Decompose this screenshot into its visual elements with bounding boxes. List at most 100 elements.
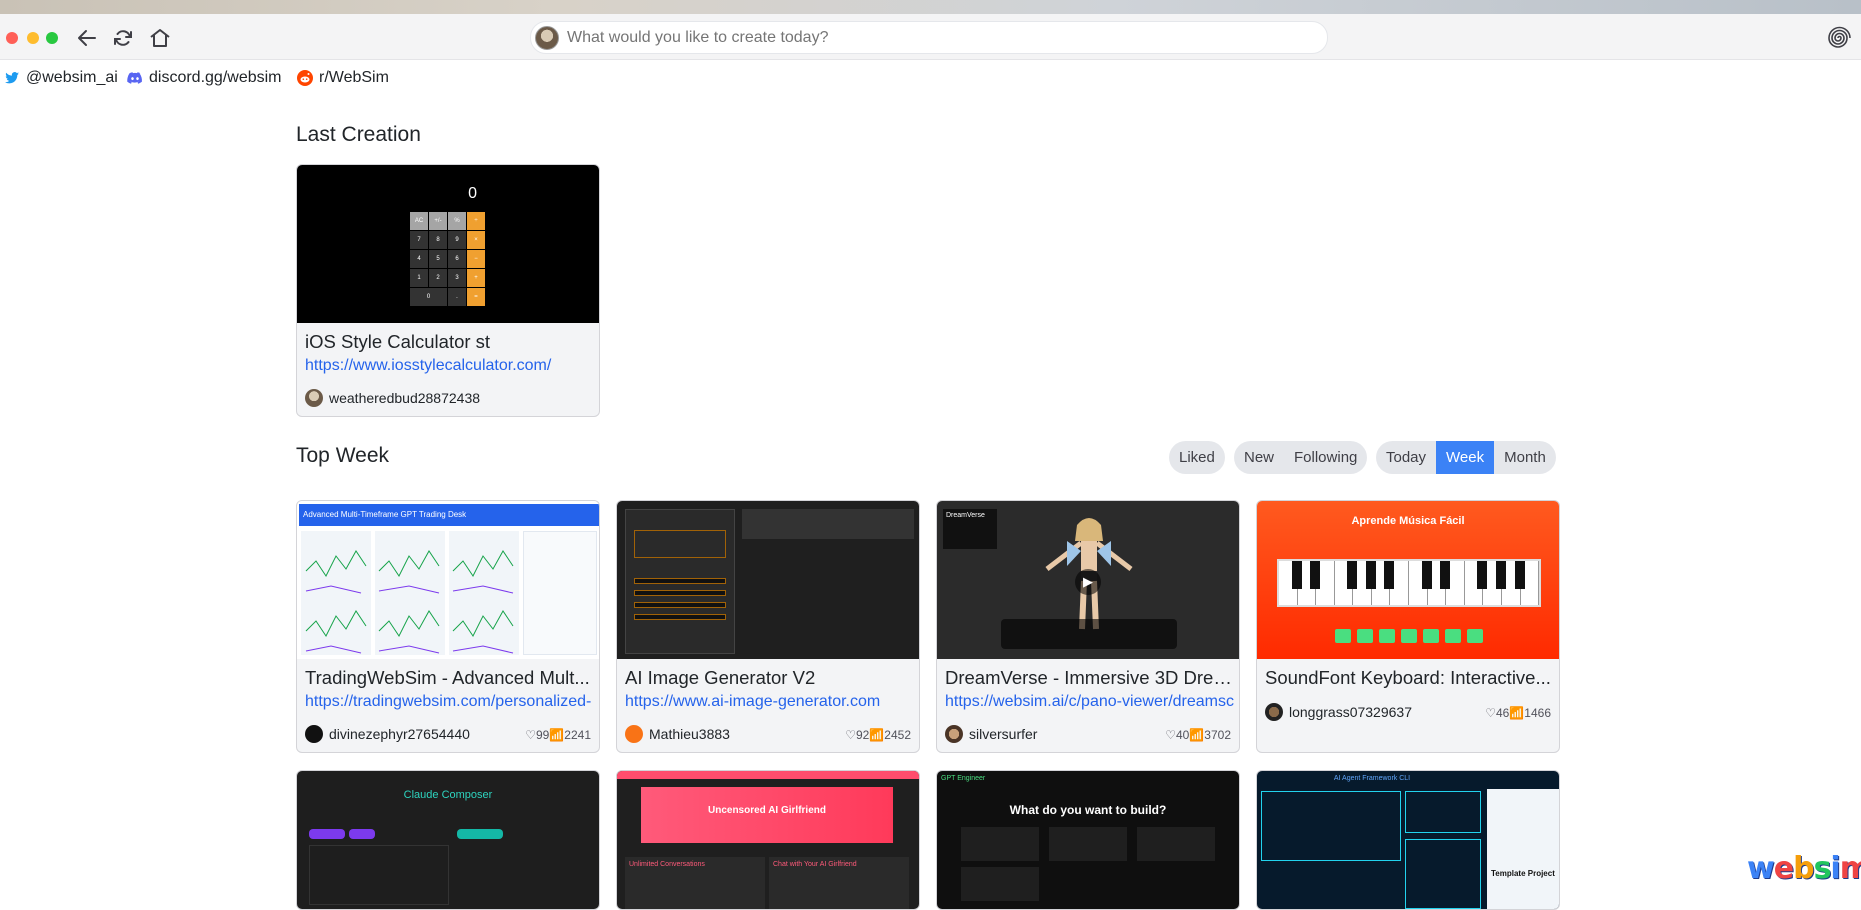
calculator-key: 2 xyxy=(429,269,447,287)
reload-icon[interactable] xyxy=(111,26,135,50)
project-card[interactable]: Uncensored AI Girlfriend Unlimited Conve… xyxy=(616,770,920,910)
calculator-key: 9 xyxy=(448,231,466,249)
piano-white-key xyxy=(1279,561,1302,605)
card-title[interactable]: DreamVerse - Immersive 3D Drea... xyxy=(945,667,1235,689)
filter-new[interactable]: New xyxy=(1234,441,1284,474)
maximize-window-button[interactable] xyxy=(46,32,58,44)
filter-group-liked: Liked xyxy=(1169,441,1225,474)
calculator-key: . xyxy=(448,288,466,306)
card-author[interactable]: silversurfer xyxy=(945,725,1037,743)
thumbnail-title: Claude Composer xyxy=(403,789,493,801)
discord-link[interactable]: discord.gg/websim xyxy=(127,68,282,88)
calculator-key: +/- xyxy=(429,212,447,230)
project-card[interactable]: Aprende Música Fácil SoundFont Keyboard:… xyxy=(1256,500,1560,753)
reddit-link[interactable]: r/WebSim xyxy=(297,68,389,88)
project-card[interactable]: Advanced Multi-Timeframe GPT Trading Des… xyxy=(296,500,600,753)
discord-handle: discord.gg/websim xyxy=(149,69,282,86)
card-link[interactable]: https://www.ai-image-generator.com xyxy=(625,693,917,711)
calculator-key: 7 xyxy=(410,231,428,249)
twitter-link[interactable]: @websim_ai xyxy=(4,68,118,88)
card-title[interactable]: iOS Style Calculator st xyxy=(305,331,595,353)
card-author[interactable]: divinezephyr27654440 xyxy=(305,725,470,743)
card-link[interactable]: https://www.iosstylecalculator.com/ xyxy=(305,357,597,375)
calculator-key: − xyxy=(467,250,485,268)
prompt-input[interactable] xyxy=(567,26,1307,50)
view-count: 2452 xyxy=(884,728,911,742)
card-link[interactable]: https://tradingwebsim.com/personalized- xyxy=(305,693,597,711)
card-author[interactable]: Mathieu3883 xyxy=(625,725,730,743)
last-creation-heading: Last Creation xyxy=(296,123,421,146)
project-card[interactable]: AI Agent Framework CLI Template Project xyxy=(1256,770,1560,910)
piano-black-key xyxy=(1384,561,1395,589)
author-name: weatheredbud28872438 xyxy=(329,390,481,406)
calculator-key: + xyxy=(467,269,485,287)
author-avatar xyxy=(625,725,643,743)
piano-black-key xyxy=(1310,561,1321,589)
option-tile-decoration xyxy=(961,827,1039,861)
view-count: 1466 xyxy=(1524,706,1551,720)
piano-white-key xyxy=(1409,561,1432,605)
thumbnail-brand: GPT Engineer xyxy=(941,775,986,782)
calculator-key: 1 xyxy=(410,269,428,287)
like-count: 40 xyxy=(1175,728,1190,742)
card-title[interactable]: TradingWebSim - Advanced Mult... xyxy=(305,667,595,689)
back-arrow-icon[interactable] xyxy=(75,26,99,50)
piano-black-key xyxy=(1495,561,1506,589)
address-bar[interactable] xyxy=(530,21,1328,54)
calculator-key: 0 xyxy=(410,288,447,306)
card-link[interactable]: https://websim.ai/c/pano-viewer/dreamsc xyxy=(945,693,1237,711)
last-creation-card[interactable]: 0 AC +/-% ÷ 7 8 9 × 4 5 6− 1 2 3 +0. = iOS Style Calcu… xyxy=(296,164,600,417)
option-tile-decoration xyxy=(961,867,1039,901)
filter-today[interactable]: Today xyxy=(1376,441,1436,474)
project-card[interactable]: GPT Engineer What do you want to build? xyxy=(936,770,1240,910)
calculator-display: 0 xyxy=(468,185,477,202)
thumbnail-side-text: Template Project xyxy=(1491,869,1555,878)
home-icon[interactable] xyxy=(148,26,172,50)
card-stats: ♡99📶2241 xyxy=(525,728,591,742)
thumbnail-title: DreamVerse xyxy=(943,509,997,549)
minimize-window-button[interactable] xyxy=(27,32,39,44)
option-tile-decoration xyxy=(1137,827,1215,861)
sound-pad xyxy=(1335,629,1351,643)
close-window-button[interactable] xyxy=(6,32,18,44)
logo-letter: i xyxy=(1830,851,1840,886)
keyboard-thumbnail: Aprende Música Fácil xyxy=(1257,501,1559,659)
sound-pad xyxy=(1467,629,1483,643)
calculator-key: 6 xyxy=(448,250,466,268)
calculator-key: 8 xyxy=(429,231,447,249)
thumbnail-title: Uncensored AI Girlfriend xyxy=(641,787,893,843)
preview-panel-decoration: Template Project xyxy=(1487,789,1559,909)
project-card[interactable]: AI Image Generator V2 https://www.ai-ima… xyxy=(616,500,920,753)
websim-logo: websim xyxy=(1747,851,1861,886)
filter-group-sort: New Following xyxy=(1234,441,1368,474)
piano-keyboard-decoration xyxy=(1277,559,1541,607)
filter-month[interactable]: Month xyxy=(1494,441,1556,474)
filter-liked[interactable]: Liked xyxy=(1169,441,1225,474)
play-icon[interactable]: ▶ xyxy=(1075,569,1101,595)
chart-lines-decoration xyxy=(305,550,514,654)
calculator-key: % xyxy=(448,212,466,230)
project-card[interactable]: DreamVerse ▶ DreamVerse - Immersive 3D D… xyxy=(936,500,1240,753)
sound-pad xyxy=(1401,629,1417,643)
pad-grid-decoration xyxy=(1335,629,1483,643)
image-generator-thumbnail xyxy=(617,501,919,659)
card-author[interactable]: longgrass07329637 xyxy=(1265,703,1412,721)
piano-black-key xyxy=(1514,561,1525,589)
card-author[interactable]: weatheredbud28872438 xyxy=(305,389,480,407)
user-avatar[interactable] xyxy=(535,26,559,50)
generate-button-decoration xyxy=(457,829,503,839)
card-stats: ♡40📶3702 xyxy=(1165,728,1231,742)
spiral-menu-icon[interactable] xyxy=(1825,25,1851,51)
card-title[interactable]: AI Image Generator V2 xyxy=(625,667,915,689)
project-card[interactable]: Claude Composer xyxy=(296,770,600,910)
calculator-thumbnail: 0 AC +/-% ÷ 7 8 9 × 4 5 6− 1 2 3 +0. = xyxy=(297,165,599,323)
author-avatar xyxy=(305,389,323,407)
reddit-handle: r/WebSim xyxy=(319,69,389,86)
like-count: 99 xyxy=(535,728,550,742)
filter-week[interactable]: Week xyxy=(1436,441,1495,474)
views-icon: 📶 xyxy=(869,728,885,742)
filter-following[interactable]: Following xyxy=(1284,441,1367,474)
card-title[interactable]: SoundFont Keyboard: Interactive... xyxy=(1265,667,1555,689)
dropdown-decoration xyxy=(634,602,726,608)
compose-button-decoration xyxy=(309,829,345,839)
